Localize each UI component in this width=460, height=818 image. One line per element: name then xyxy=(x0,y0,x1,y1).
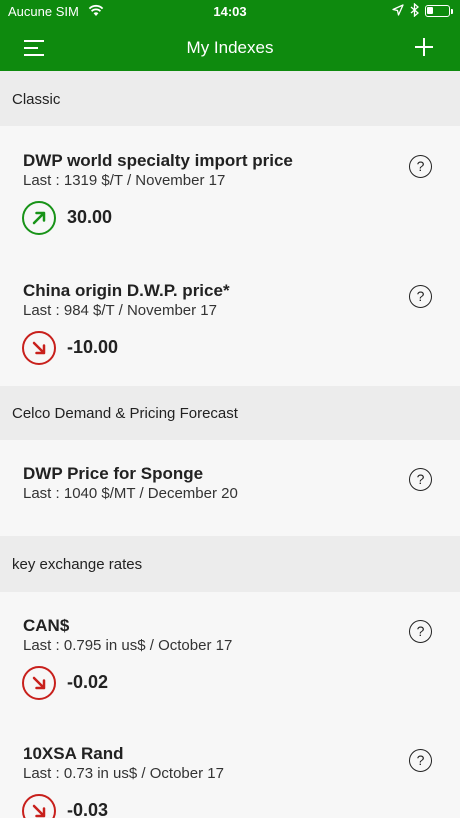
index-name: 10XSA Rand xyxy=(23,744,124,763)
index-last-value: Last : 1319 $/T / November 17 xyxy=(23,172,226,189)
add-index-button[interactable] xyxy=(414,37,434,57)
help-icon[interactable]: ? xyxy=(409,155,432,178)
section-header-classic: Classic xyxy=(0,71,460,126)
index-last-value: Last : 0.73 in us$ / October 17 xyxy=(23,765,224,782)
index-last-value: Last : 0.795 in us$ / October 17 xyxy=(23,637,233,654)
status-bar: Aucune SIM 14:03 xyxy=(0,0,460,24)
index-change-value: -0.03 xyxy=(67,800,109,818)
status-time: 14:03 xyxy=(213,4,247,19)
help-icon[interactable]: ? xyxy=(409,468,432,491)
index-row-dwp-sponge[interactable]: DWP Price for Sponge Last : 1040 $/MT / … xyxy=(0,440,460,536)
index-name: DWP Price for Sponge xyxy=(23,464,204,483)
help-icon[interactable]: ? xyxy=(409,285,432,308)
battery-icon xyxy=(425,5,453,17)
section-header-celco: Celco Demand & Pricing Forecast xyxy=(0,386,460,440)
section-header-exchange-rates: key exchange rates xyxy=(0,536,460,592)
index-row-china-origin[interactable]: China origin D.W.P. price* Last : 984 $/… xyxy=(0,256,460,386)
trend-up-icon xyxy=(22,201,56,235)
index-name: China origin D.W.P. price* xyxy=(23,281,230,300)
help-icon[interactable]: ? xyxy=(409,620,432,643)
index-name: CAN$ xyxy=(23,616,70,635)
page-title: My Indexes xyxy=(186,38,274,57)
index-change-value: 30.00 xyxy=(67,207,113,227)
index-row-sa-rand[interactable]: 10XSA Rand Last : 0.73 in us$ / October … xyxy=(0,722,460,818)
trend-down-icon xyxy=(22,794,56,818)
trend-down-icon xyxy=(22,331,56,365)
index-last-value: Last : 984 $/T / November 17 xyxy=(23,302,217,319)
bluetooth-icon xyxy=(410,3,419,17)
index-last-value: Last : 1040 $/MT / December 20 xyxy=(23,485,238,502)
help-icon[interactable]: ? xyxy=(409,749,432,772)
nav-bar: My Indexes xyxy=(0,26,460,70)
index-name: DWP world specialty import price xyxy=(23,151,293,170)
top-bar: Aucune SIM 14:03 My Indexes xyxy=(0,0,460,71)
trend-down-icon xyxy=(22,666,56,700)
index-change-value: -0.02 xyxy=(67,672,109,692)
index-change-value: -10.00 xyxy=(67,337,119,357)
index-row-dwp-world[interactable]: DWP world specialty import price Last : … xyxy=(0,126,460,256)
index-row-can[interactable]: CAN$ Last : 0.795 in us$ / October 17 ? … xyxy=(0,592,460,722)
location-icon xyxy=(392,4,404,16)
